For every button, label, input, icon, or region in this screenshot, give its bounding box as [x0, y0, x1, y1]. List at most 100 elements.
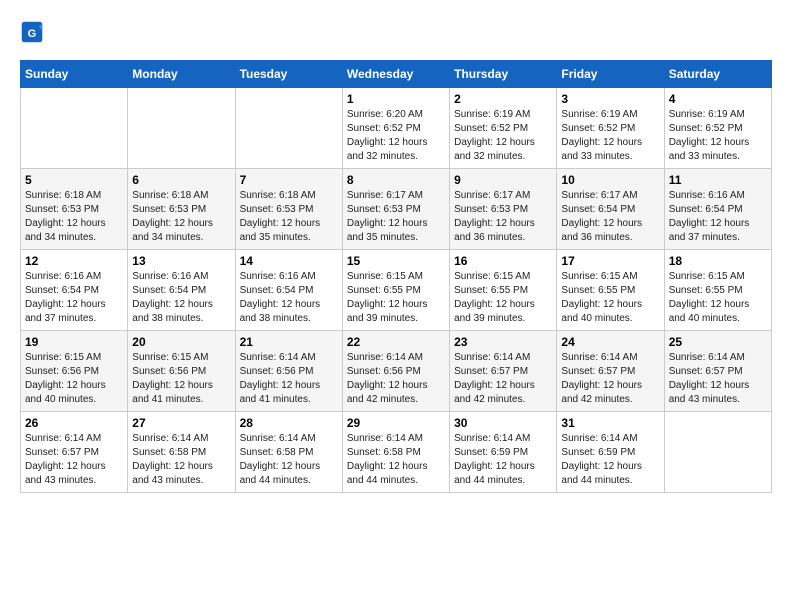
- day-detail: Sunrise: 6:19 AM Sunset: 6:52 PM Dayligh…: [454, 108, 552, 164]
- calendar-cell: 24 Sunrise: 6:14 AM Sunset: 6:57 PM Dayli…: [557, 331, 664, 412]
- calendar-cell: 1 Sunrise: 6:20 AM Sunset: 6:52 PM Daylig…: [342, 88, 449, 169]
- day-number: 27: [132, 416, 230, 430]
- calendar-cell: [128, 88, 235, 169]
- calendar-cell: 2 Sunrise: 6:19 AM Sunset: 6:52 PM Daylig…: [450, 88, 557, 169]
- day-number: 10: [561, 173, 659, 187]
- day-detail: Sunrise: 6:16 AM Sunset: 6:54 PM Dayligh…: [132, 270, 230, 326]
- calendar-cell: 17 Sunrise: 6:15 AM Sunset: 6:55 PM Dayli…: [557, 250, 664, 331]
- day-number: 14: [240, 254, 338, 268]
- calendar-cell: 20Sunrise: 6:15 AM Sunset: 6:56 PM Dayli…: [128, 331, 235, 412]
- day-number: 20: [132, 335, 230, 349]
- day-detail: Sunrise: 6:18 AM Sunset: 6:53 PM Dayligh…: [25, 189, 123, 245]
- day-number: 25: [669, 335, 767, 349]
- calendar-cell: 9 Sunrise: 6:17 AM Sunset: 6:53 PM Daylig…: [450, 169, 557, 250]
- calendar-cell: 21 Sunrise: 6:14 AM Sunset: 6:56 PM Dayli…: [235, 331, 342, 412]
- svg-text:G: G: [28, 28, 37, 40]
- day-detail: Sunrise: 6:14 AM Sunset: 6:57 PM Dayligh…: [454, 351, 552, 407]
- logo: G: [20, 20, 48, 44]
- day-detail: Sunrise: 6:14 AM Sunset: 6:58 PM Dayligh…: [347, 432, 445, 488]
- calendar-cell: 26 Sunrise: 6:14 AM Sunset: 6:57 PM Dayli…: [21, 412, 128, 493]
- calendar-header-row: SundayMondayTuesdayWednesdayThursdayFrid…: [21, 61, 772, 88]
- day-number: 24: [561, 335, 659, 349]
- calendar-week-row: 19 Sunrise: 6:15 AM Sunset: 6:56 PM Dayli…: [21, 331, 772, 412]
- calendar-cell: 7 Sunrise: 6:18 AM Sunset: 6:53 PM Daylig…: [235, 169, 342, 250]
- day-number: 23: [454, 335, 552, 349]
- day-detail: Sunrise: 6:15 AM Sunset: 6:55 PM Dayligh…: [669, 270, 767, 326]
- day-detail: Sunrise: 6:19 AM Sunset: 6:52 PM Dayligh…: [561, 108, 659, 164]
- day-number: 18: [669, 254, 767, 268]
- day-detail: Sunrise: 6:17 AM Sunset: 6:53 PM Dayligh…: [347, 189, 445, 245]
- day-detail: Sunrise: 6:15 AM Sunset: 6:55 PM Dayligh…: [454, 270, 552, 326]
- day-number: 5: [25, 173, 123, 187]
- logo-icon: G: [20, 20, 44, 44]
- calendar-cell: 12 Sunrise: 6:16 AM Sunset: 6:54 PM Dayli…: [21, 250, 128, 331]
- day-detail: Sunrise: 6:14 AM Sunset: 6:56 PM Dayligh…: [347, 351, 445, 407]
- calendar-cell: 14 Sunrise: 6:16 AM Sunset: 6:54 PM Dayli…: [235, 250, 342, 331]
- day-number: 15: [347, 254, 445, 268]
- day-detail: Sunrise: 6:15 AM Sunset: 6:55 PM Dayligh…: [561, 270, 659, 326]
- calendar-cell: 16 Sunrise: 6:15 AM Sunset: 6:55 PM Dayli…: [450, 250, 557, 331]
- calendar-cell: 5 Sunrise: 6:18 AM Sunset: 6:53 PM Daylig…: [21, 169, 128, 250]
- day-detail: Sunrise: 6:15 AM Sunset: 6:56 PM Dayligh…: [25, 351, 123, 407]
- day-number: 31: [561, 416, 659, 430]
- calendar-cell: 25Sunrise: 6:14 AM Sunset: 6:57 PM Dayli…: [664, 331, 771, 412]
- calendar-cell: 27 Sunrise: 6:14 AM Sunset: 6:58 PM Dayli…: [128, 412, 235, 493]
- calendar-week-row: 26 Sunrise: 6:14 AM Sunset: 6:57 PM Dayli…: [21, 412, 772, 493]
- calendar-cell: 31 Sunrise: 6:14 AM Sunset: 6:59 PM Dayli…: [557, 412, 664, 493]
- weekday-header-friday: Friday: [557, 61, 664, 88]
- day-number: 16: [454, 254, 552, 268]
- day-number: 7: [240, 173, 338, 187]
- calendar-cell: 4 Sunrise: 6:19 AM Sunset: 6:52 PM Daylig…: [664, 88, 771, 169]
- day-detail: Sunrise: 6:14 AM Sunset: 6:59 PM Dayligh…: [561, 432, 659, 488]
- day-detail: Sunrise: 6:16 AM Sunset: 6:54 PM Dayligh…: [240, 270, 338, 326]
- weekday-header-sunday: Sunday: [21, 61, 128, 88]
- day-number: 22: [347, 335, 445, 349]
- calendar-table: SundayMondayTuesdayWednesdayThursdayFrid…: [20, 60, 772, 493]
- day-number: 21: [240, 335, 338, 349]
- calendar-cell: 30Sunrise: 6:14 AM Sunset: 6:59 PM Dayli…: [450, 412, 557, 493]
- day-number: 4: [669, 92, 767, 106]
- calendar-week-row: 5 Sunrise: 6:18 AM Sunset: 6:53 PM Daylig…: [21, 169, 772, 250]
- weekday-header-monday: Monday: [128, 61, 235, 88]
- day-detail: Sunrise: 6:19 AM Sunset: 6:52 PM Dayligh…: [669, 108, 767, 164]
- day-detail: Sunrise: 6:14 AM Sunset: 6:58 PM Dayligh…: [132, 432, 230, 488]
- calendar-cell: 10Sunrise: 6:17 AM Sunset: 6:54 PM Dayli…: [557, 169, 664, 250]
- calendar-cell: 19 Sunrise: 6:15 AM Sunset: 6:56 PM Dayli…: [21, 331, 128, 412]
- day-number: 17: [561, 254, 659, 268]
- day-number: 12: [25, 254, 123, 268]
- day-number: 11: [669, 173, 767, 187]
- calendar-cell: 22 Sunrise: 6:14 AM Sunset: 6:56 PM Dayli…: [342, 331, 449, 412]
- calendar-week-row: 12 Sunrise: 6:16 AM Sunset: 6:54 PM Dayli…: [21, 250, 772, 331]
- day-number: 13: [132, 254, 230, 268]
- day-number: 30: [454, 416, 552, 430]
- calendar-week-row: 1 Sunrise: 6:20 AM Sunset: 6:52 PM Daylig…: [21, 88, 772, 169]
- day-detail: Sunrise: 6:14 AM Sunset: 6:57 PM Dayligh…: [561, 351, 659, 407]
- day-detail: Sunrise: 6:20 AM Sunset: 6:52 PM Dayligh…: [347, 108, 445, 164]
- day-number: 3: [561, 92, 659, 106]
- calendar-cell: 11 Sunrise: 6:16 AM Sunset: 6:54 PM Dayli…: [664, 169, 771, 250]
- day-detail: Sunrise: 6:14 AM Sunset: 6:57 PM Dayligh…: [25, 432, 123, 488]
- day-number: 28: [240, 416, 338, 430]
- calendar-cell: 6Sunrise: 6:18 AM Sunset: 6:53 PM Daylig…: [128, 169, 235, 250]
- day-detail: Sunrise: 6:17 AM Sunset: 6:53 PM Dayligh…: [454, 189, 552, 245]
- day-number: 8: [347, 173, 445, 187]
- day-number: 2: [454, 92, 552, 106]
- calendar-cell: 3 Sunrise: 6:19 AM Sunset: 6:52 PM Daylig…: [557, 88, 664, 169]
- day-detail: Sunrise: 6:15 AM Sunset: 6:55 PM Dayligh…: [347, 270, 445, 326]
- calendar-cell: 13 Sunrise: 6:16 AM Sunset: 6:54 PM Dayli…: [128, 250, 235, 331]
- day-number: 1: [347, 92, 445, 106]
- day-number: 9: [454, 173, 552, 187]
- day-detail: Sunrise: 6:18 AM Sunset: 6:53 PM Dayligh…: [240, 189, 338, 245]
- calendar-cell: 8 Sunrise: 6:17 AM Sunset: 6:53 PM Daylig…: [342, 169, 449, 250]
- day-number: 26: [25, 416, 123, 430]
- calendar-cell: 15 Sunrise: 6:15 AM Sunset: 6:55 PM Dayli…: [342, 250, 449, 331]
- calendar-cell: 28 Sunrise: 6:14 AM Sunset: 6:58 PM Dayli…: [235, 412, 342, 493]
- day-number: 19: [25, 335, 123, 349]
- day-detail: Sunrise: 6:14 AM Sunset: 6:58 PM Dayligh…: [240, 432, 338, 488]
- day-detail: Sunrise: 6:14 AM Sunset: 6:56 PM Dayligh…: [240, 351, 338, 407]
- page-header: G: [20, 20, 772, 44]
- calendar-cell: 23 Sunrise: 6:14 AM Sunset: 6:57 PM Dayli…: [450, 331, 557, 412]
- calendar-cell: 18 Sunrise: 6:15 AM Sunset: 6:55 PM Dayli…: [664, 250, 771, 331]
- day-detail: Sunrise: 6:16 AM Sunset: 6:54 PM Dayligh…: [25, 270, 123, 326]
- day-detail: Sunrise: 6:16 AM Sunset: 6:54 PM Dayligh…: [669, 189, 767, 245]
